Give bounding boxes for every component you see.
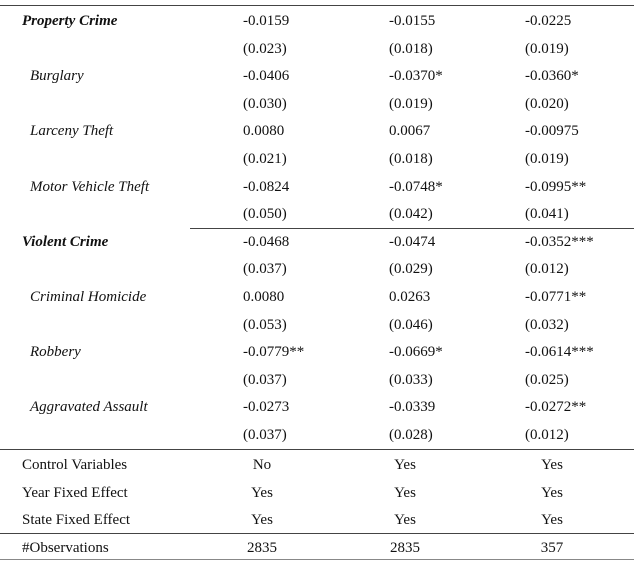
standard-error-cell: (0.033) [389, 371, 433, 388]
observations-label: #Observations [22, 540, 109, 556]
crime-label: Burglary [30, 68, 84, 85]
coefficient-cell: -0.0779** [243, 344, 305, 361]
observations-value: 2835 [390, 540, 420, 556]
standard-error-cell: (0.029) [389, 261, 433, 278]
control-value: Yes [251, 512, 273, 528]
coefficient-cell: 0.0263 [389, 289, 431, 305]
observations-value: 2835 [247, 540, 277, 556]
se-row: (0.037) (0.029) (0.012) [0, 256, 634, 283]
control-label: Control Variables [22, 457, 128, 473]
control-value: Yes [394, 457, 416, 473]
coefficient-cell: -0.0406 [243, 68, 290, 85]
standard-error-cell: (0.046) [389, 316, 433, 333]
coefficient-cell: -0.0159 [243, 13, 290, 29]
coefficient-cell: -0.0272** [525, 399, 587, 416]
observations-row: #Observations 2835 2835 357 [0, 535, 634, 562]
standard-error-cell: (0.037) [243, 261, 287, 278]
standard-error-cell: (0.053) [243, 316, 287, 333]
standard-error-cell: (0.019) [525, 151, 569, 167]
standard-error-cell: (0.021) [243, 151, 287, 167]
control-value: Yes [251, 484, 273, 501]
control-label: Year Fixed Effect [22, 484, 128, 501]
controls-rule [0, 449, 634, 450]
standard-error-cell: (0.032) [525, 316, 569, 333]
se-row: (0.050) (0.042) (0.041) [0, 201, 634, 228]
standard-error-cell: (0.041) [525, 206, 569, 223]
standard-error-cell: (0.030) [243, 95, 287, 112]
standard-error-cell: (0.025) [525, 371, 569, 388]
coef-row: Criminal Homicide 0.0080 0.0263 -0.0771** [0, 284, 634, 311]
coefficient-cell: -0.0995** [525, 178, 587, 195]
se-row: (0.021) (0.018) (0.019) [0, 146, 634, 173]
standard-error-cell: (0.050) [243, 206, 287, 223]
coefficient-cell: -0.00975 [525, 123, 579, 140]
section-heading: Violent Crime [22, 233, 109, 250]
coef-row: Robbery -0.0779** -0.0669* -0.0614*** [0, 339, 634, 366]
se-row: (0.037) (0.028) (0.012) [0, 422, 634, 449]
standard-error-cell: (0.037) [243, 427, 287, 443]
standard-error-cell: (0.019) [389, 95, 433, 112]
coefficient-cell: -0.0360* [525, 68, 579, 85]
coefficient-cell: -0.0273 [243, 399, 290, 416]
coefficient-cell: 0.0067 [389, 123, 431, 140]
coefficient-cell: -0.0468 [243, 233, 290, 250]
standard-error-cell: (0.012) [525, 261, 569, 278]
bottom-rule [0, 559, 634, 560]
observations-rule [0, 533, 634, 534]
se-row: (0.023) (0.018) (0.019) [0, 36, 634, 63]
standard-error-cell: (0.012) [525, 427, 569, 443]
coefficient-cell: 0.0080 [243, 123, 285, 140]
control-row: Year Fixed Effect Yes Yes Yes [0, 480, 634, 507]
mid-rule-violent [190, 228, 634, 229]
standard-error-cell: (0.019) [525, 40, 569, 57]
top-rule [0, 5, 634, 6]
coefficient-cell: -0.0669* [389, 344, 443, 361]
coef-row: Burglary -0.0406 -0.0370* -0.0360* [0, 63, 634, 90]
standard-error-cell: (0.028) [389, 427, 433, 443]
observations-value: 357 [540, 540, 564, 556]
crime-label: Aggravated Assault [30, 399, 148, 416]
crime-label: Larceny Theft [30, 123, 114, 140]
standard-error-cell: (0.020) [525, 95, 569, 112]
coefficient-cell: 0.0080 [243, 289, 285, 305]
control-row: State Fixed Effect Yes Yes Yes [0, 507, 634, 534]
se-row: (0.037) (0.033) (0.025) [0, 367, 634, 394]
standard-error-cell: (0.042) [389, 206, 433, 223]
standard-error-cell: (0.018) [389, 151, 433, 167]
control-value: Yes [541, 512, 563, 528]
control-row: Control Variables No Yes Yes [0, 452, 634, 479]
coef-row: Larceny Theft 0.0080 0.0067 -0.00975 [0, 118, 634, 145]
coefficient-cell: -0.0155 [389, 13, 436, 29]
crime-label: Robbery [30, 344, 81, 361]
control-label: State Fixed Effect [22, 512, 131, 528]
coefficient-cell: -0.0614*** [525, 344, 594, 361]
coefficient-cell: -0.0370* [389, 68, 443, 85]
coefficient-cell: -0.0474 [389, 233, 436, 250]
coef-row: Aggravated Assault -0.0273 -0.0339 -0.0272*… [0, 394, 634, 421]
coef-row: Motor Vehicle Theft -0.0824 -0.0748* -0.099… [0, 174, 634, 201]
coefficient-cell: -0.0352*** [525, 233, 594, 250]
section-heading: Property Crime [22, 13, 118, 29]
coefficient-cell: -0.0339 [389, 399, 436, 416]
coef-row: Violent Crime -0.0468 -0.0474 -0.0352*** [0, 229, 634, 256]
control-value: Yes [541, 457, 563, 473]
standard-error-cell: (0.018) [389, 40, 433, 57]
control-value: No [252, 457, 272, 473]
coef-row: Property Crime -0.0159 -0.0155 -0.0225 [0, 8, 634, 35]
crime-label: Motor Vehicle Theft [30, 178, 150, 195]
standard-error-cell: (0.023) [243, 40, 287, 57]
standard-error-cell: (0.037) [243, 371, 287, 388]
coefficient-cell: -0.0771** [525, 289, 587, 305]
control-value: Yes [394, 484, 416, 501]
se-row: (0.030) (0.019) (0.020) [0, 91, 634, 118]
coefficient-cell: -0.0225 [525, 13, 572, 29]
control-value: Yes [394, 512, 416, 528]
coefficient-cell: -0.0748* [389, 178, 443, 195]
se-row: (0.053) (0.046) (0.032) [0, 312, 634, 339]
control-value: Yes [541, 484, 563, 501]
crime-label: Criminal Homicide [30, 289, 147, 305]
coefficient-cell: -0.0824 [243, 178, 290, 195]
